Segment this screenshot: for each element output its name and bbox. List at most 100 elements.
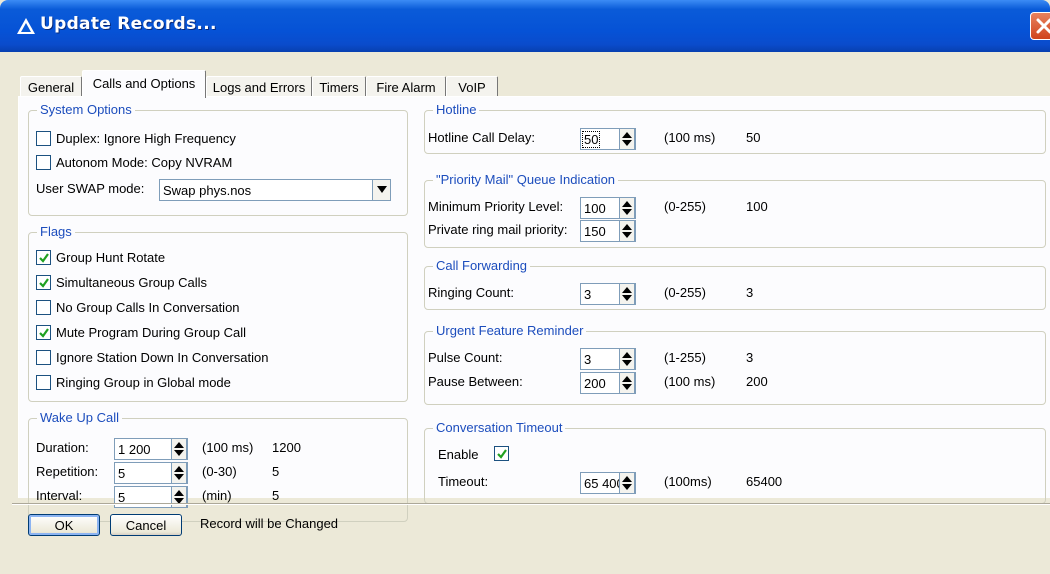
wakeup-row-display: 5 <box>272 488 280 503</box>
close-icon <box>1036 18 1050 34</box>
ringing-count-display: 3 <box>746 285 754 300</box>
tab-label: Fire Alarm <box>376 80 436 95</box>
wakeup-row-unit: (min) <box>202 488 232 503</box>
flag-checkbox[interactable] <box>36 275 51 290</box>
pulse-count-input[interactable]: 3 <box>580 348 636 370</box>
group-title: Wake Up Call <box>37 410 122 425</box>
call-forwarding-group: Call Forwarding <box>424 258 1046 310</box>
tab-voip[interactable]: VoIP <box>446 76 498 98</box>
triangle-app-icon <box>17 18 35 34</box>
enable-timeout-checkbox[interactable] <box>494 446 509 461</box>
wakeup-row-spinner[interactable] <box>171 462 187 484</box>
min-priority-label: Minimum Priority Level: <box>428 199 564 214</box>
flag-label: Mute Program During Group Call <box>56 325 247 340</box>
pulse-count-display: 3 <box>746 350 754 365</box>
min-priority-input[interactable]: 100 <box>580 197 636 219</box>
spinner-arrows-icon <box>622 287 632 301</box>
conversation-timeout-group: Conversation Timeout <box>424 420 1046 504</box>
ok-button[interactable]: OK <box>28 514 100 536</box>
priority-mail-group: "Priority Mail" Queue Indication <box>424 172 1046 248</box>
flag-checkbox[interactable] <box>36 350 51 365</box>
wakeup-row-display: 5 <box>272 464 280 479</box>
checkmark-icon <box>39 278 49 288</box>
footer-divider <box>12 503 1050 505</box>
spinner-arrows-icon <box>174 442 184 456</box>
update-records-dialog: Update Records... General Calls and Opti… <box>0 0 1050 574</box>
pulse-count-spinner[interactable] <box>619 348 635 370</box>
spinner-arrows-icon <box>622 132 632 146</box>
tab-label: General <box>27 80 75 95</box>
wakeup-row-input[interactable]: 5 <box>114 462 188 484</box>
flag-checkbox[interactable] <box>36 375 51 390</box>
duplex-checkbox[interactable] <box>36 131 51 146</box>
wakeup-row-unit: (0-30) <box>202 464 237 479</box>
wakeup-row-display: 1200 <box>272 440 301 455</box>
spinner-arrows-icon <box>622 476 632 490</box>
title-bar[interactable]: Update Records... <box>0 0 1050 52</box>
wakeup-row-spinner[interactable] <box>171 438 187 460</box>
window-title: Update Records... <box>40 14 217 34</box>
min-priority-value: 100 <box>584 201 606 216</box>
group-title: Call Forwarding <box>433 258 531 273</box>
timeout-label: Timeout: <box>438 474 489 489</box>
timeout-unit: (100ms) <box>664 474 712 489</box>
hotline-delay-label: Hotline Call Delay: <box>428 130 535 145</box>
group-title: Conversation Timeout <box>433 420 566 435</box>
group-title: Flags <box>37 224 75 239</box>
min-priority-unit: (0-255) <box>664 199 706 214</box>
tab-logs-and-errors[interactable]: Logs and Errors <box>206 76 312 98</box>
private-priority-label: Private ring mail priority: <box>428 222 568 237</box>
duplex-label: Duplex: Ignore High Frequency <box>56 131 236 146</box>
flag-checkbox[interactable] <box>36 300 51 315</box>
swap-mode-label: User SWAP mode: <box>36 181 145 196</box>
tab-fire-alarm[interactable]: Fire Alarm <box>366 76 446 98</box>
hotline-delay-input[interactable]: 50 <box>580 128 636 150</box>
timeout-input[interactable]: 65 400 <box>580 472 636 494</box>
hotline-delay-display: 50 <box>746 130 761 145</box>
flag-label: Ringing Group in Global mode <box>56 375 231 390</box>
swap-mode-dropdown-button[interactable] <box>372 180 390 200</box>
ringing-count-spinner[interactable] <box>619 283 635 305</box>
pause-between-value: 200 <box>584 376 606 391</box>
group-title: "Priority Mail" Queue Indication <box>433 172 619 187</box>
wakeup-row-unit: (100 ms) <box>202 440 254 455</box>
tab-calls-and-options[interactable]: Calls and Options <box>82 70 206 98</box>
min-priority-spinner[interactable] <box>619 197 635 219</box>
hotline-delay-spinner[interactable] <box>619 128 635 150</box>
pulse-count-label: Pulse Count: <box>428 350 503 365</box>
wakeup-row-input[interactable]: 1 200 <box>114 438 188 460</box>
pause-between-input[interactable]: 200 <box>580 372 636 394</box>
flag-checkbox[interactable] <box>36 250 51 265</box>
checkmark-icon <box>39 328 49 338</box>
hotline-delay-unit: (100 ms) <box>664 130 716 145</box>
flag-checkbox[interactable] <box>36 325 51 340</box>
spinner-arrows-icon <box>622 376 632 390</box>
pulse-count-value: 3 <box>584 352 592 367</box>
group-title: Hotline <box>433 102 480 117</box>
group-title: Urgent Feature Reminder <box>433 323 587 338</box>
autonom-checkbox[interactable] <box>36 155 51 170</box>
private-priority-input[interactable]: 150 <box>580 220 636 242</box>
tab-label: VoIP <box>458 80 486 95</box>
swap-mode-select[interactable]: Swap phys.nos <box>159 179 391 201</box>
close-button[interactable] <box>1030 12 1050 40</box>
tab-general[interactable]: General <box>20 76 82 98</box>
spinner-arrows-icon <box>622 224 632 238</box>
ringing-count-input[interactable]: 3 <box>580 283 636 305</box>
autonom-label: Autonom Mode: Copy NVRAM <box>56 155 233 170</box>
spinner-arrows-icon <box>174 466 184 480</box>
hotline-delay-value: 50 <box>581 131 601 148</box>
ringing-count-label: Ringing Count: <box>428 285 514 300</box>
spinner-arrows-icon <box>622 352 632 366</box>
pulse-count-unit: (1-255) <box>664 350 706 365</box>
tab-label: Calls and Options <box>92 76 196 91</box>
private-priority-value: 150 <box>584 224 606 239</box>
timeout-spinner[interactable] <box>619 472 635 494</box>
pause-between-spinner[interactable] <box>619 372 635 394</box>
ringing-count-value: 3 <box>584 287 592 302</box>
private-priority-spinner[interactable] <box>619 220 635 242</box>
tab-timers[interactable]: Timers <box>312 76 366 98</box>
swap-mode-value: Swap phys.nos <box>163 183 252 198</box>
cancel-button[interactable]: Cancel <box>110 514 182 536</box>
min-priority-display: 100 <box>746 199 768 214</box>
